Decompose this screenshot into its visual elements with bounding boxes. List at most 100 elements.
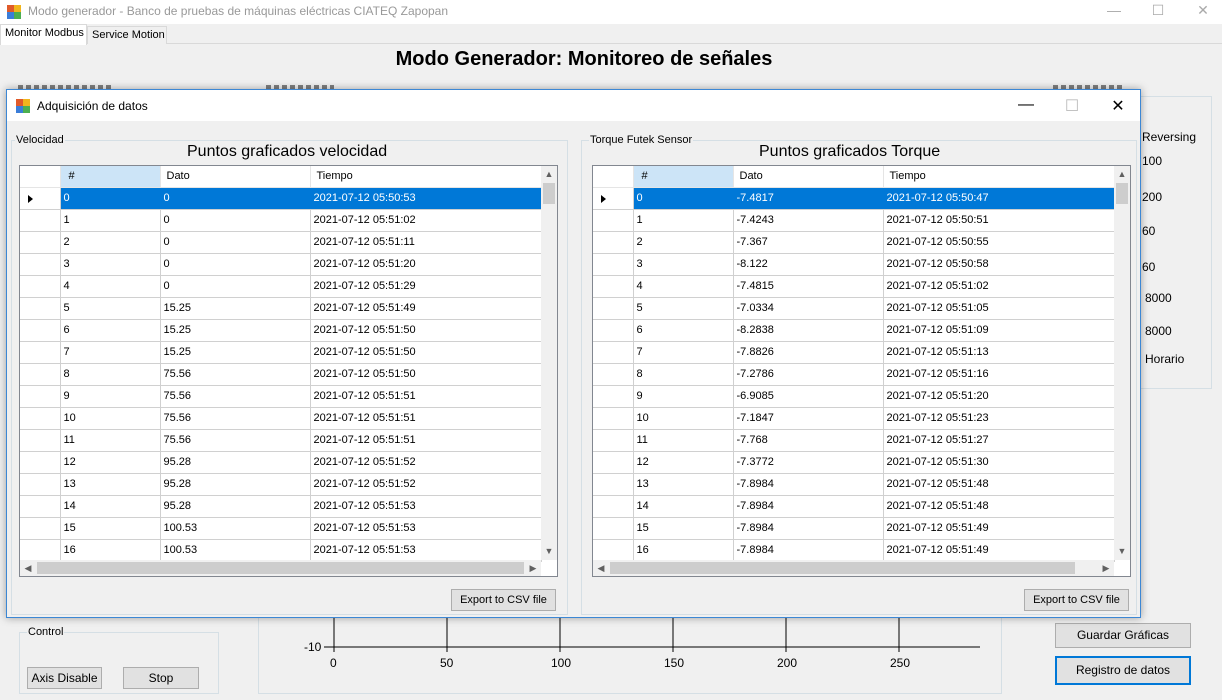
table-cell[interactable]: 75.56	[160, 385, 311, 408]
table-cell[interactable]: 95.28	[160, 473, 311, 496]
scroll-right-icon[interactable]: ▶	[525, 560, 541, 576]
table-cell[interactable]: 8	[60, 363, 161, 386]
table-cell[interactable]: 2021-07-12 05:51:23	[883, 407, 1115, 430]
table-cell[interactable]: 100.53	[160, 517, 311, 540]
table-cell[interactable]: 2021-07-12 05:51:53	[310, 495, 542, 518]
table-cell[interactable]: 2021-07-12 05:51:16	[883, 363, 1115, 386]
table-row[interactable]: 13 -7.8984 2021-07-12 05:51:48	[593, 473, 1115, 496]
table-cell[interactable]: 2021-07-12 05:51:51	[310, 385, 542, 408]
table-cell[interactable]: -7.2786	[733, 363, 884, 386]
table-cell[interactable]: 2021-07-12 05:51:09	[883, 319, 1115, 342]
table-cell[interactable]: 16	[633, 539, 734, 562]
row-header[interactable]	[593, 473, 634, 496]
table-cell[interactable]: 2021-07-12 05:51:05	[883, 297, 1115, 320]
table-cell[interactable]: 7	[633, 341, 734, 364]
table-cell[interactable]: 15.25	[160, 319, 311, 342]
table-cell[interactable]: 11	[60, 429, 161, 452]
table-cell[interactable]: 2021-07-12 05:51:29	[310, 275, 542, 298]
scroll-thumb[interactable]	[610, 562, 1075, 574]
table-cell[interactable]: -7.8984	[733, 495, 884, 518]
row-header[interactable]	[593, 429, 634, 452]
table-cell[interactable]: 6	[60, 319, 161, 342]
table-cell[interactable]: 16	[60, 539, 161, 562]
maximize-button[interactable]: ☐	[1148, 2, 1168, 19]
table-row[interactable]: 9 -6.9085 2021-07-12 05:51:20	[593, 385, 1115, 408]
stop-button[interactable]: Stop	[123, 667, 199, 689]
close-button[interactable]: ✕	[1193, 2, 1213, 19]
table-row[interactable]: 11 75.56 2021-07-12 05:51:51	[20, 429, 542, 452]
table-cell[interactable]: 14	[633, 495, 734, 518]
table-cell[interactable]: 7	[60, 341, 161, 364]
table-cell[interactable]: 0	[160, 187, 311, 210]
table-row[interactable]: 4 0 2021-07-12 05:51:29	[20, 275, 542, 298]
table-cell[interactable]: 2021-07-12 05:50:51	[883, 209, 1115, 232]
table-row[interactable]: 14 95.28 2021-07-12 05:51:53	[20, 495, 542, 518]
table-row[interactable]: 7 15.25 2021-07-12 05:51:50	[20, 341, 542, 364]
table-cell[interactable]: 2021-07-12 05:51:13	[883, 341, 1115, 364]
table-cell[interactable]: 2021-07-12 05:51:50	[310, 363, 542, 386]
scroll-left-icon[interactable]: ◀	[20, 560, 36, 576]
scroll-down-icon[interactable]: ▼	[541, 543, 557, 559]
torque-export-button[interactable]: Export to CSV file	[1024, 589, 1129, 611]
column-header-number[interactable]: #	[60, 166, 161, 188]
table-cell[interactable]: 0	[60, 187, 161, 210]
table-row[interactable]: 16 100.53 2021-07-12 05:51:53	[20, 539, 542, 562]
minimize-button[interactable]: —	[1104, 2, 1124, 18]
table-cell[interactable]: 13	[633, 473, 734, 496]
table-cell[interactable]: 2021-07-12 05:50:58	[883, 253, 1115, 276]
table-cell[interactable]: 2021-07-12 05:50:55	[883, 231, 1115, 254]
row-header[interactable]	[20, 231, 61, 254]
row-header[interactable]	[593, 231, 634, 254]
table-row[interactable]: 1 0 2021-07-12 05:51:02	[20, 209, 542, 232]
dialog-minimize-button[interactable]: —	[1011, 96, 1041, 114]
dialog-close-button[interactable]: ✕	[1103, 96, 1133, 116]
table-row[interactable]: 10 75.56 2021-07-12 05:51:51	[20, 407, 542, 430]
table-cell[interactable]: 2021-07-12 05:51:20	[883, 385, 1115, 408]
table-cell[interactable]: 2021-07-12 05:51:52	[310, 473, 542, 496]
table-cell[interactable]: 2021-07-12 05:51:49	[883, 517, 1115, 540]
row-header[interactable]	[20, 473, 61, 496]
table-cell[interactable]: -7.4243	[733, 209, 884, 232]
scroll-thumb[interactable]	[543, 183, 555, 204]
table-cell[interactable]: -7.4817	[733, 187, 884, 210]
table-cell[interactable]: 2021-07-12 05:51:02	[310, 209, 542, 232]
table-cell[interactable]: 2021-07-12 05:51:52	[310, 451, 542, 474]
row-header[interactable]	[593, 275, 634, 298]
table-cell[interactable]: 2021-07-12 05:51:51	[310, 407, 542, 430]
table-row[interactable]: 3 0 2021-07-12 05:51:20	[20, 253, 542, 276]
table-cell[interactable]: 8	[633, 363, 734, 386]
table-cell[interactable]: 4	[60, 275, 161, 298]
row-header[interactable]	[593, 363, 634, 386]
torque-hscrollbar[interactable]: ◀ ▶	[593, 560, 1114, 576]
scroll-thumb[interactable]	[1116, 183, 1128, 204]
table-row[interactable]: 15 100.53 2021-07-12 05:51:53	[20, 517, 542, 540]
row-header[interactable]	[20, 363, 61, 386]
table-cell[interactable]: 2021-07-12 05:50:53	[310, 187, 542, 210]
row-header[interactable]	[593, 297, 634, 320]
velocidad-vscrollbar[interactable]: ▲ ▼	[541, 166, 557, 560]
guardar-graficas-button[interactable]: Guardar Gráficas	[1055, 623, 1191, 648]
table-cell[interactable]: 3	[60, 253, 161, 276]
table-cell[interactable]: 5	[633, 297, 734, 320]
column-header-dato[interactable]: Dato	[733, 166, 884, 188]
row-header[interactable]	[20, 407, 61, 430]
table-row[interactable]: 5 -7.0334 2021-07-12 05:51:05	[593, 297, 1115, 320]
table-row[interactable]: 11 -7.768 2021-07-12 05:51:27	[593, 429, 1115, 452]
table-cell[interactable]: 2021-07-12 05:51:11	[310, 231, 542, 254]
row-header[interactable]	[20, 451, 61, 474]
table-cell[interactable]: 2021-07-12 05:51:49	[310, 297, 542, 320]
table-cell[interactable]: 0	[633, 187, 734, 210]
row-header[interactable]	[593, 187, 634, 210]
table-cell[interactable]: -8.122	[733, 253, 884, 276]
scroll-thumb[interactable]	[37, 562, 524, 574]
column-header-tiempo[interactable]: Tiempo	[883, 166, 1115, 188]
table-cell[interactable]: 14	[60, 495, 161, 518]
row-header[interactable]	[20, 517, 61, 540]
row-header[interactable]	[20, 297, 61, 320]
table-cell[interactable]: 95.28	[160, 451, 311, 474]
table-cell[interactable]: 3	[633, 253, 734, 276]
table-cell[interactable]: -7.8984	[733, 539, 884, 562]
table-cell[interactable]: -7.768	[733, 429, 884, 452]
scroll-left-icon[interactable]: ◀	[593, 560, 609, 576]
table-row[interactable]: 12 -7.3772 2021-07-12 05:51:30	[593, 451, 1115, 474]
